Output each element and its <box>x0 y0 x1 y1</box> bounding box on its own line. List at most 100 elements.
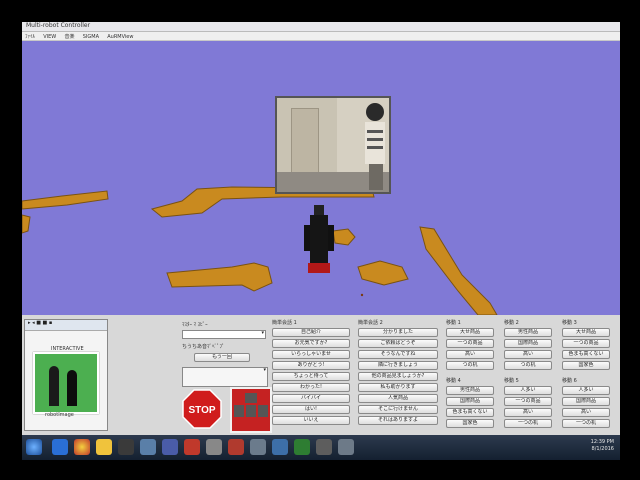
move1-button-1[interactable]: 大せ商品 <box>446 328 494 337</box>
group-label: 移動 3 <box>562 320 577 326</box>
prompt-label: ちうちあ音ﾏﾞﾍﾞﾟﾌﾟ <box>182 344 225 350</box>
menu-view[interactable]: VIEW <box>40 33 59 41</box>
arrow-down-icon <box>246 405 256 417</box>
group-label: 移動 5 <box>504 378 519 384</box>
talk2-button-8[interactable]: そこに行けません <box>358 405 438 414</box>
visual-studio-icon[interactable] <box>228 439 244 455</box>
control-area: ▸ ◂ ■ ■ ▪ INTERACTIVE robotImage ﾏｽﾀｰ ﾏ … <box>22 315 620 435</box>
move4-button-1[interactable]: 男性商品 <box>446 386 494 395</box>
talk2-button-1[interactable]: 分かりました <box>358 328 438 337</box>
talk2-button-9[interactable]: それはありますよ <box>358 416 438 425</box>
ground-path-left <box>22 190 109 210</box>
talk2-button-2[interactable]: ご依頼ばどうぞ <box>358 339 438 348</box>
move3-button-4[interactable]: 国家色 <box>562 361 610 370</box>
tool-icon[interactable] <box>206 439 222 455</box>
window-icon[interactable] <box>272 439 288 455</box>
person-silhouette <box>365 103 385 190</box>
chrome-icon[interactable] <box>74 439 90 455</box>
start-button-icon[interactable] <box>26 439 42 455</box>
move6-button-4[interactable]: 一つの机 <box>562 419 610 428</box>
move2-button-2[interactable]: 国際商品 <box>504 339 552 348</box>
talk1-button-6[interactable]: わかった! <box>272 383 350 392</box>
move5-button-1[interactable]: 人多い <box>504 386 552 395</box>
move3-button-1[interactable]: 大せ商品 <box>562 328 610 337</box>
move1-button-3[interactable]: 高い <box>446 350 494 359</box>
taskbar: 12:39 PM 8/1/2016 <box>22 435 620 460</box>
talk1-button-3[interactable]: いらっしゃいませ <box>272 350 350 359</box>
move6-button-3[interactable]: 高い <box>562 408 610 417</box>
move4-button-4[interactable]: 国家色 <box>446 419 494 428</box>
move2-button-1[interactable]: 男性商品 <box>504 328 552 337</box>
move1-button-4[interactable]: つの机 <box>446 361 494 370</box>
clock-date: 8/1/2016 <box>591 446 614 452</box>
thumbnail-caption: robotImage <box>45 412 74 418</box>
talk2-button-6[interactable]: 私も助かります <box>358 383 438 392</box>
media-icon[interactable] <box>118 439 134 455</box>
menu-sound[interactable]: 音楽 <box>61 32 77 41</box>
talk1-button-7[interactable]: バイバイ <box>272 394 350 403</box>
talk1-button-8[interactable]: はい! <box>272 405 350 414</box>
menu-sigma[interactable]: SIGMA <box>80 33 102 41</box>
app-icon[interactable] <box>162 439 178 455</box>
system-clock[interactable]: 12:39 PM 8/1/2016 <box>591 439 614 453</box>
ground-arm-left <box>166 262 273 292</box>
menu-file[interactable]: ﾌｧｲﾙ <box>22 32 38 41</box>
move6-button-2[interactable]: 国際商品 <box>562 397 610 406</box>
group-label: 移動 4 <box>446 378 461 384</box>
camera-feed <box>275 96 391 194</box>
window-title: Multi-robot Controller <box>26 22 91 29</box>
talk1-button-4[interactable]: ありがとう! <box>272 361 350 370</box>
again-button[interactable]: もう一回 <box>194 353 250 362</box>
talk1-button-1[interactable]: 自己紹介 <box>272 328 350 337</box>
title-bar: Multi-robot Controller <box>22 22 620 32</box>
speaker-select[interactable] <box>182 330 266 339</box>
console-icon[interactable] <box>250 439 266 455</box>
move5-button-2[interactable]: 一つの商品 <box>504 397 552 406</box>
stop-button[interactable]: STOP <box>182 389 222 429</box>
talk2-button-3[interactable]: そうなんですね <box>358 350 438 359</box>
group-label: 移動 6 <box>562 378 577 384</box>
settings-icon[interactable] <box>316 439 332 455</box>
folder-icon[interactable] <box>96 439 112 455</box>
panel-top-label: ﾏｽﾀｰ ﾏ ｽﾋﾟｰ <box>182 322 208 328</box>
arrow-left-icon <box>234 405 244 417</box>
clock-time: 12:39 PM <box>590 439 614 445</box>
network-icon[interactable] <box>140 439 156 455</box>
move1-button-2[interactable]: 一つの商品 <box>446 339 494 348</box>
group-label: 移動 2 <box>504 320 519 326</box>
group-talk-2: 簡単会話 2 分かりました ご依頼ばどうぞ そうなんですね 隣に行きましょう 他… <box>358 319 438 427</box>
move4-button-2[interactable]: 国際商品 <box>446 397 494 406</box>
group-move-4: 移動 4 男性商品 国際商品 色まも高くない 国家色 <box>446 377 494 430</box>
group-label: 簡単会話 2 <box>358 320 383 326</box>
move6-button-1[interactable]: 人多い <box>562 386 610 395</box>
message-box[interactable] <box>182 367 268 387</box>
move3-button-2[interactable]: 一つの商品 <box>562 339 610 348</box>
talk2-button-4[interactable]: 隣に行きましょう <box>358 361 438 370</box>
program-icon[interactable] <box>294 439 310 455</box>
pdf-icon[interactable] <box>184 439 200 455</box>
move2-button-4[interactable]: つの机 <box>504 361 552 370</box>
talk1-button-5[interactable]: ちょっと待って <box>272 372 350 381</box>
image-thumbnail[interactable] <box>33 352 99 414</box>
talk1-button-2[interactable]: お元気ですか? <box>272 339 350 348</box>
talk2-button-7[interactable]: 人気商品 <box>358 394 438 403</box>
talk2-button-5[interactable]: 他の商品見ましょうか? <box>358 372 438 381</box>
group-move-6: 移動 6 人多い 国際商品 高い 一つの机 <box>562 377 610 430</box>
menu-aurmview[interactable]: AuRMView <box>104 33 136 41</box>
arrow-right-icon <box>258 405 268 417</box>
talk1-button-9[interactable]: いいえ <box>272 416 350 425</box>
app2-icon[interactable] <box>338 439 354 455</box>
ground-arm-right <box>419 226 498 315</box>
stop-label: STOP <box>188 405 215 416</box>
move5-button-3[interactable]: 高い <box>504 408 552 417</box>
ground-edge-left <box>22 214 31 234</box>
move5-button-4[interactable]: 一つの机 <box>504 419 552 428</box>
ie-icon[interactable] <box>52 439 68 455</box>
move2-button-3[interactable]: 高い <box>504 350 552 359</box>
file-explorer-window[interactable]: ▸ ◂ ■ ■ ▪ INTERACTIVE robotImage <box>24 319 108 431</box>
move4-button-3[interactable]: 色まも高くない <box>446 408 494 417</box>
direction-pad[interactable] <box>230 387 272 433</box>
dpad-arrows <box>234 393 268 417</box>
move3-button-3[interactable]: 色まも高くない <box>562 350 610 359</box>
3d-viewport[interactable] <box>22 41 620 315</box>
